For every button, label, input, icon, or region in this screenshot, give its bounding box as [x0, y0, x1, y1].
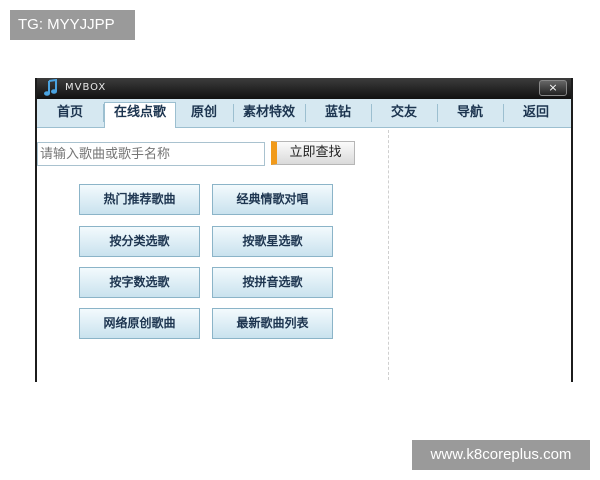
tab-navigation[interactable]: 导航	[438, 103, 502, 123]
mvbox-window: MVBOX × 首页 在线点歌 原创 素材特效 蓝钻 交友 导航 返回 立即查找…	[35, 78, 573, 382]
tab-home[interactable]: 首页	[39, 103, 101, 123]
hot-songs-button[interactable]: 热门推荐歌曲	[79, 184, 200, 215]
close-button[interactable]: ×	[539, 80, 567, 96]
watermark-bottom: www.k8coreplus.com	[412, 440, 590, 470]
title-bar: MVBOX ×	[37, 78, 571, 99]
tab-effects[interactable]: 素材特效	[234, 103, 304, 123]
window-title: MVBOX	[65, 82, 107, 93]
watermark-top: TG: MYYJJPP	[10, 10, 135, 40]
tab-original[interactable]: 原创	[176, 103, 232, 123]
search-button[interactable]: 立即查找	[271, 141, 355, 165]
by-pinyin-button[interactable]: 按拼音选歌	[212, 267, 333, 298]
latest-songs-button[interactable]: 最新歌曲列表	[212, 308, 333, 339]
tab-online-songs[interactable]: 在线点歌	[104, 102, 176, 128]
by-singer-button[interactable]: 按歌星选歌	[212, 226, 333, 257]
nav-bar: 首页 在线点歌 原创 素材特效 蓝钻 交友 导航 返回	[37, 99, 571, 128]
classic-duets-button[interactable]: 经典情歌对唱	[212, 184, 333, 215]
tab-blue-diamond[interactable]: 蓝钻	[306, 103, 370, 123]
original-web-songs-button[interactable]: 网络原创歌曲	[79, 308, 200, 339]
panel-divider	[388, 130, 389, 380]
tab-friends[interactable]: 交友	[372, 103, 436, 123]
music-note-icon	[44, 79, 57, 96]
by-category-button[interactable]: 按分类选歌	[79, 226, 200, 257]
song-search-input[interactable]	[37, 142, 265, 166]
tab-back[interactable]: 返回	[504, 103, 568, 123]
by-word-count-button[interactable]: 按字数选歌	[79, 267, 200, 298]
